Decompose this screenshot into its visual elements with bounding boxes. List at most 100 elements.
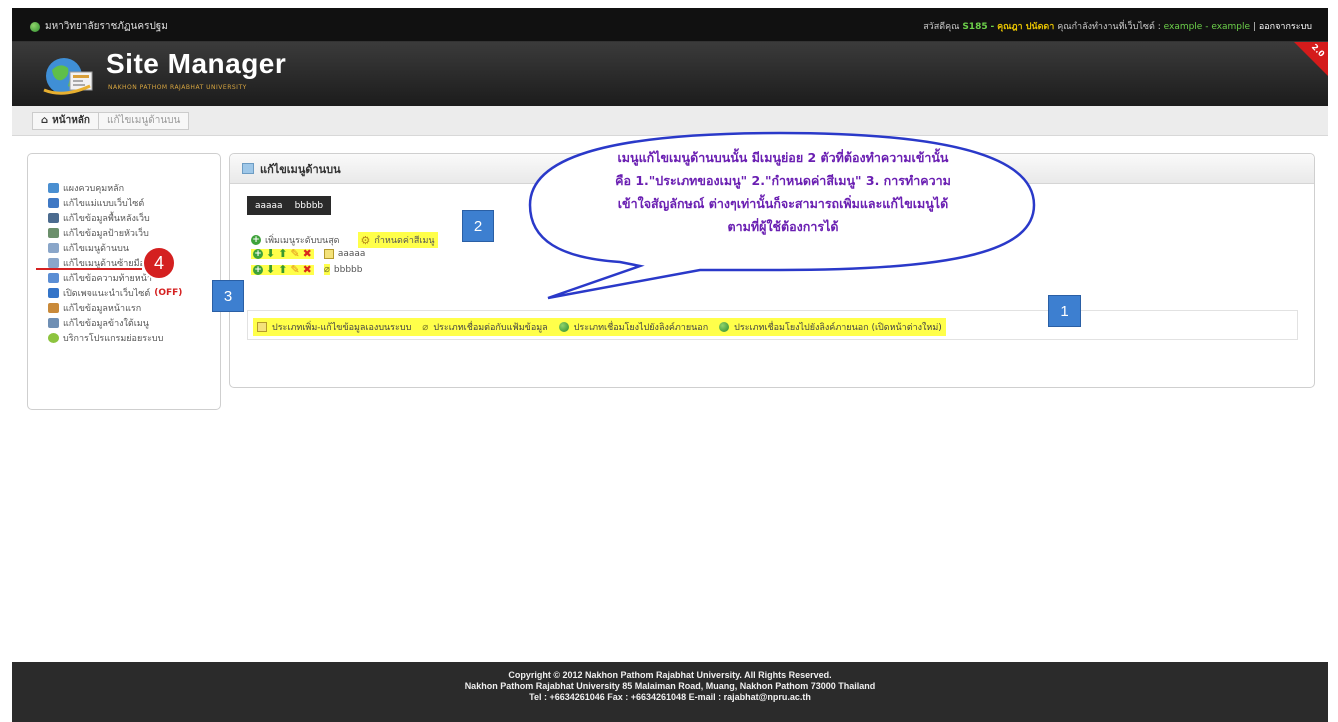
subprogram-icon [48,332,59,343]
sidebar-item-subprogram[interactable]: บริการโปรแกรมย่อยระบบ [48,330,220,345]
sidebar-item-label: แก้ไขข้อมูลป้ายหัวเว็บ [63,228,149,239]
user-name: คุณฎา ปนัดดา [997,22,1055,32]
sidebar-item-intro-page[interactable]: เปิดเพจแนะนำเว็บไซต์ (OFF) [48,285,220,300]
left-menu-icon [48,257,59,268]
logout-link[interactable]: ออกจากระบบ [1259,22,1312,32]
breadcrumb-bar: ⌂ หน้าหลัก แก้ไขเมนูด้านบน [12,106,1328,136]
university-label[interactable]: มหาวิทยาลัยราชภัฏนครปฐม [30,19,168,34]
sidebar-item-background[interactable]: แก้ไขข้อมูลพื้นหลังเว็บ [48,210,220,225]
gear-icon: ⚙ [360,233,371,247]
site-manager-logo-icon[interactable] [40,52,96,98]
menu-row: + ⬇ ⬆ ✎ ✖ ⌀ bbbbb [251,264,362,275]
annotation-badge-4: 4 [142,246,176,280]
bubble-line: เข้าใจสัญลักษณ์ ต่างๆเท่านั้นก็จะสามารถเ… [617,196,949,211]
bubble-line: เมนูแก้ไขเมนูด้านบนนั้น มีเมนูย่อย 2 ตัว… [617,150,949,165]
header-icon [48,227,59,238]
sidebar-item-below-menu[interactable]: แก้ไขข้อมูลข้างใต้เมนู [48,315,220,330]
annotation-badge-1: 1 [1048,295,1081,327]
sidebar-item-label: แก้ไขข้อความท้ายหน้า [63,273,152,284]
university-name[interactable]: มหาวิทยาลัยราชภัฏนครปฐม [45,19,168,34]
panel-title: แก้ไขเมนูด้านบน [260,162,341,176]
legend-label: ประเภทเชื่อมโยงไปยังลิงค์ภายนอก [573,323,709,333]
set-menu-color-button[interactable]: ⚙ กำหนดค่าสีเมนู [357,232,438,248]
breadcrumb-home[interactable]: ⌂ หน้าหลัก [33,113,99,129]
sidebar-item-label: แก้ไขข้อมูลพื้นหลังเว็บ [63,213,150,224]
home-icon: ⌂ [41,115,49,126]
globe-icon [30,21,40,32]
legend-label: ประเภทเพิ่ม-แก้ไขข้อมูลเองบนระบบ [272,323,412,333]
delete-icon[interactable]: ✖ [303,248,312,259]
user-id: S185 [962,22,988,32]
greeting-text: สวัสดีคุณ [923,22,960,32]
menu-type-legend: ประเภทเพิ่ม-แก้ไขข้อมูลเองบนระบบ ⌀ ประเภ… [247,310,1298,340]
menu-row-label[interactable]: bbbbb [334,265,363,275]
top-menu-icon [48,242,59,253]
template-icon [48,197,59,208]
move-up-icon[interactable]: ⬆ [278,264,287,275]
sidebar-item-label: เปิดเพจแนะนำเว็บไซต์ [63,288,151,299]
menu-row-label[interactable]: aaaaa [338,249,366,259]
sidebar-item-label: บริการโปรแกรมย่อยระบบ [63,333,164,344]
dashboard-icon [48,182,59,193]
bubble-line: ตามที่ผู้ใช้ต้องการได้ [727,219,839,234]
annotation-badge-2: 2 [462,210,494,242]
top-actions: + เพิ่มเมนูระดับบนสุด ⚙ กำหนดค่าสีเมนู [251,232,438,248]
internal-page-icon [257,322,267,332]
menu-preview-item[interactable]: aaaaa [255,201,283,211]
add-submenu-icon[interactable]: + [253,264,263,275]
annotation-badge-3: 3 [212,280,244,312]
sidebar-item-label: แก้ไขเมนูด้านบน [63,243,130,254]
footer-copyright: Copyright © 2012 Nakhon Pathom Rajabhat … [508,670,832,680]
bubble-line: คือ 1."ประเภทของเมนู" 2."กำหนดค่าสีเมนู"… [615,173,951,188]
edit-icon[interactable]: ✎ [290,248,299,259]
annotation-bubble-text: เมนูแก้ไขเมนูด้านบนนั้น มีเมนูย่อย 2 ตัว… [536,146,1030,238]
sidebar: แผงควบคุมหลัก แก้ไขแม่แบบเว็บไซต์ แก้ไขข… [27,153,221,410]
add-icon: + [251,235,261,245]
legend-label: ประเภทเชื่อมโยงไปยังลิงค์ภายนอก (เปิดหน้… [734,323,942,333]
add-top-menu-link[interactable]: เพิ่มเมนูระดับบนสุด [265,233,340,247]
breadcrumb-home-label: หน้าหลัก [52,115,90,126]
annotation-underline [36,268,142,270]
working-site-label: คุณกำลังทำงานที่เว็บไซต์ : [1057,22,1161,32]
menu-preview-item[interactable]: bbbbb [295,201,324,211]
move-up-icon[interactable]: ⬆ [278,248,287,259]
row-actions: + ⬇ ⬆ ✎ ✖ [251,248,314,259]
external-link-icon [558,322,569,332]
delete-icon[interactable]: ✖ [303,264,312,275]
working-site-link[interactable]: example - example [1164,22,1250,32]
sidebar-item-header[interactable]: แก้ไขข้อมูลป้ายหัวเว็บ [48,225,220,240]
sidebar-item-footer-text[interactable]: แก้ไขข้อความท้ายหน้า [48,270,220,285]
home-page-icon [48,302,59,313]
legend-row: ประเภทเพิ่ม-แก้ไขข้อมูลเองบนระบบ ⌀ ประเภ… [253,318,946,336]
sidebar-item-template[interactable]: แก้ไขแม่แบบเว็บไซต์ [48,195,220,210]
sidebar-item-label: แก้ไขแม่แบบเว็บไซต์ [63,198,145,209]
external-link-new-window-icon [719,322,730,332]
add-submenu-icon[interactable]: + [253,249,263,259]
sidebar-item-home-page[interactable]: แก้ไขข้อมูลหน้าแรก [48,300,220,315]
sidebar-item-label: แก้ไขข้อมูลหน้าแรก [63,303,142,314]
footer-address: Nakhon Pathom Rajabhat University 85 Mal… [464,681,876,691]
attachment-icon: ⌀ [323,264,330,275]
set-menu-color-label: กำหนดค่าสีเมนู [374,236,435,246]
edit-icon[interactable]: ✎ [290,264,299,275]
separator: | [1252,22,1256,32]
sidebar-item-top-menu[interactable]: แก้ไขเมนูด้านบน [48,240,220,255]
internal-page-icon [323,249,334,259]
user-info: สวัสดีคุณ S185 - คุณฎา ปนัดดา คุณกำลังทำ… [923,22,1312,32]
app-subtitle: NAKHON PATHOM RAJABHAT UNIVERSITY [108,84,247,91]
legend-label: ประเภทเชื่อมต่อกับแฟ้มข้อมูล [433,323,548,333]
background-icon [48,212,59,223]
move-down-icon[interactable]: ⬇ [266,248,275,259]
breadcrumb-current: แก้ไขเมนูด้านบน [107,115,181,126]
move-down-icon[interactable]: ⬇ [266,264,275,275]
sidebar-item-label: แผงควบคุมหลัก [63,183,125,194]
sidebar-item-label: แก้ไขข้อมูลข้างใต้เมนู [63,318,149,329]
header-banner: Site Manager NAKHON PATHOM RAJABHAT UNIV… [12,42,1328,106]
row-actions: + ⬇ ⬆ ✎ ✖ [251,264,314,275]
attachment-icon: ⌀ [422,321,429,333]
menu-preview-bar: aaaaa bbbbb [247,196,332,215]
page-edit-icon [242,163,254,174]
breadcrumb: ⌂ หน้าหลัก แก้ไขเมนูด้านบน [32,112,190,130]
footer: Copyright © 2012 Nakhon Pathom Rajabhat … [12,662,1328,722]
sidebar-item-dashboard[interactable]: แผงควบคุมหลัก [48,180,220,195]
